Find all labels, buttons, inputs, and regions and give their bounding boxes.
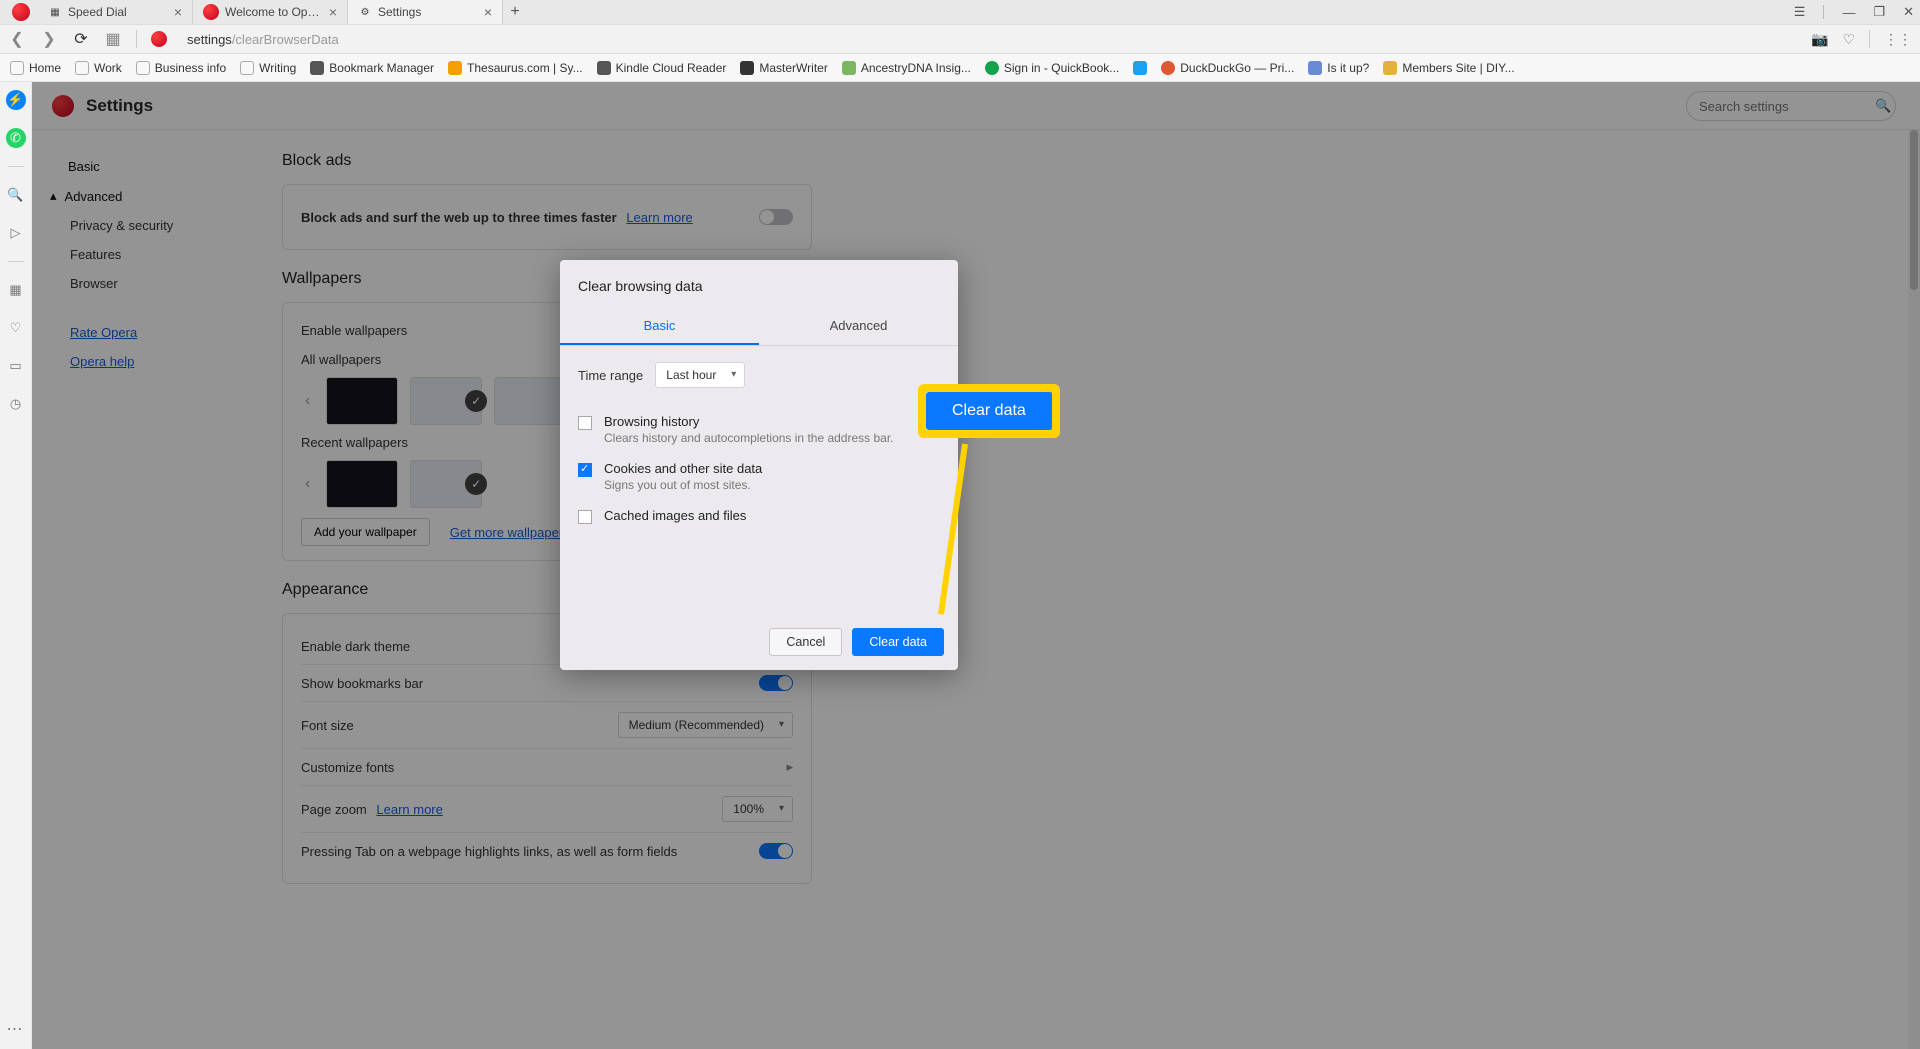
- bookmark-twitter[interactable]: [1133, 61, 1147, 75]
- page-icon: [310, 61, 324, 75]
- time-range-select[interactable]: Last hour: [655, 362, 745, 388]
- opera-icon: [151, 31, 167, 47]
- folder-icon: [10, 61, 24, 75]
- sidebar-more-button[interactable]: ⋯: [7, 1019, 25, 1039]
- easy-setup-icon[interactable]: ⋮⋮: [1884, 31, 1912, 48]
- page-icon: [1161, 61, 1175, 75]
- heart-icon[interactable]: ♡: [1842, 31, 1855, 48]
- page-icon: [842, 61, 856, 75]
- bookmark-home[interactable]: Home: [10, 61, 61, 75]
- clear-data-button[interactable]: Clear data: [852, 628, 944, 656]
- heart-icon[interactable]: ♡: [6, 318, 26, 338]
- bookmark-duckduckgo[interactable]: DuckDuckGo — Pri...: [1161, 61, 1294, 75]
- reload-button[interactable]: ⟳: [72, 29, 90, 49]
- page-icon: [985, 61, 999, 75]
- time-range-label: Time range: [578, 368, 643, 383]
- bookmark-work[interactable]: Work: [75, 61, 122, 75]
- workspaces-icon[interactable]: ☰: [1794, 4, 1806, 20]
- bookmark-writing[interactable]: Writing: [240, 61, 296, 75]
- opera-icon: [203, 4, 219, 20]
- tab-welcome[interactable]: Welcome to Opera! ×: [193, 0, 348, 24]
- callout-label: Clear data: [926, 392, 1052, 430]
- sidebar-rail: ⚡ ✆ 🔍 ▷ ▦ ♡ ▭ ◷ ⋯: [0, 82, 32, 1049]
- bookmarks-bar: Home Work Business info Writing Bookmark…: [0, 54, 1920, 82]
- tab-settings[interactable]: ⚙ Settings ×: [348, 0, 503, 24]
- bookmark-members[interactable]: Members Site | DIY...: [1383, 61, 1514, 75]
- tab-speed-dial[interactable]: ▦ Speed Dial ×: [38, 0, 193, 24]
- checkbox[interactable]: [578, 463, 592, 477]
- twitter-icon: [1133, 61, 1147, 75]
- callout-highlight: Clear data: [918, 384, 1060, 438]
- modal-scrim: [32, 82, 1920, 1049]
- back-button[interactable]: ❮: [8, 29, 26, 49]
- bookmark-quickbooks[interactable]: Sign in - QuickBook...: [985, 61, 1119, 75]
- close-icon[interactable]: ×: [329, 4, 337, 20]
- speed-dial-icon[interactable]: ▦: [6, 280, 26, 300]
- bookmark-isitup[interactable]: Is it up?: [1308, 61, 1369, 75]
- bookmark-kindle[interactable]: Kindle Cloud Reader: [597, 61, 727, 75]
- news-icon[interactable]: ▭: [6, 356, 26, 376]
- folder-icon: [136, 61, 150, 75]
- checkbox[interactable]: [578, 510, 592, 524]
- folder-icon: [240, 61, 254, 75]
- snapshot-icon[interactable]: 📷: [1811, 31, 1828, 48]
- tiles-button[interactable]: ▦: [104, 29, 122, 49]
- address-bar[interactable]: settings/clearBrowserData: [181, 32, 1797, 47]
- dialog-title: Clear browsing data: [560, 260, 958, 308]
- whatsapp-icon[interactable]: ✆: [6, 128, 26, 148]
- search-icon[interactable]: 🔍: [6, 185, 26, 205]
- bookmark-ancestry[interactable]: AncestryDNA Insig...: [842, 61, 971, 75]
- checkbox[interactable]: [578, 416, 592, 430]
- tab-label: Settings: [378, 5, 478, 19]
- opt-browsing-history[interactable]: Browsing historyClears history and autoc…: [578, 406, 940, 453]
- page-icon: [448, 61, 462, 75]
- close-icon[interactable]: ×: [174, 4, 182, 20]
- page-icon: [1383, 61, 1397, 75]
- grid-icon: ▦: [48, 5, 62, 19]
- dialog-tab-basic[interactable]: Basic: [560, 308, 759, 345]
- opt-cookies[interactable]: Cookies and other site dataSigns you out…: [578, 453, 940, 500]
- history-icon[interactable]: ◷: [6, 394, 26, 414]
- bookmark-business[interactable]: Business info: [136, 61, 226, 75]
- page-icon: [740, 61, 754, 75]
- cancel-button[interactable]: Cancel: [769, 628, 842, 656]
- page-icon: [1308, 61, 1322, 75]
- bookmark-thesaurus[interactable]: Thesaurus.com | Sy...: [448, 61, 583, 75]
- tab-label: Speed Dial: [68, 5, 168, 19]
- opera-menu-button[interactable]: [12, 3, 30, 21]
- gear-icon: ⚙: [358, 5, 372, 19]
- opt-cached[interactable]: Cached images and files: [578, 500, 940, 532]
- bookmark-masterwriter[interactable]: MasterWriter: [740, 61, 827, 75]
- new-tab-button[interactable]: +: [503, 3, 527, 21]
- forward-button[interactable]: ❯: [40, 29, 58, 49]
- dialog-tab-advanced[interactable]: Advanced: [759, 308, 958, 345]
- url-path: /clearBrowserData: [232, 32, 339, 47]
- messenger-icon[interactable]: ⚡: [6, 90, 26, 110]
- bookmark-bmgr[interactable]: Bookmark Manager: [310, 61, 434, 75]
- maximize-button[interactable]: ❐: [1873, 4, 1885, 20]
- url-origin: settings: [187, 32, 232, 47]
- folder-icon: [75, 61, 89, 75]
- flow-icon[interactable]: ▷: [6, 223, 26, 243]
- close-icon[interactable]: ×: [484, 4, 492, 20]
- close-window-button[interactable]: ✕: [1903, 4, 1914, 20]
- tab-label: Welcome to Opera!: [225, 5, 323, 19]
- page-icon: [597, 61, 611, 75]
- clear-browsing-data-dialog: Clear browsing data Basic Advanced Time …: [560, 260, 958, 670]
- minimize-button[interactable]: —: [1842, 5, 1855, 20]
